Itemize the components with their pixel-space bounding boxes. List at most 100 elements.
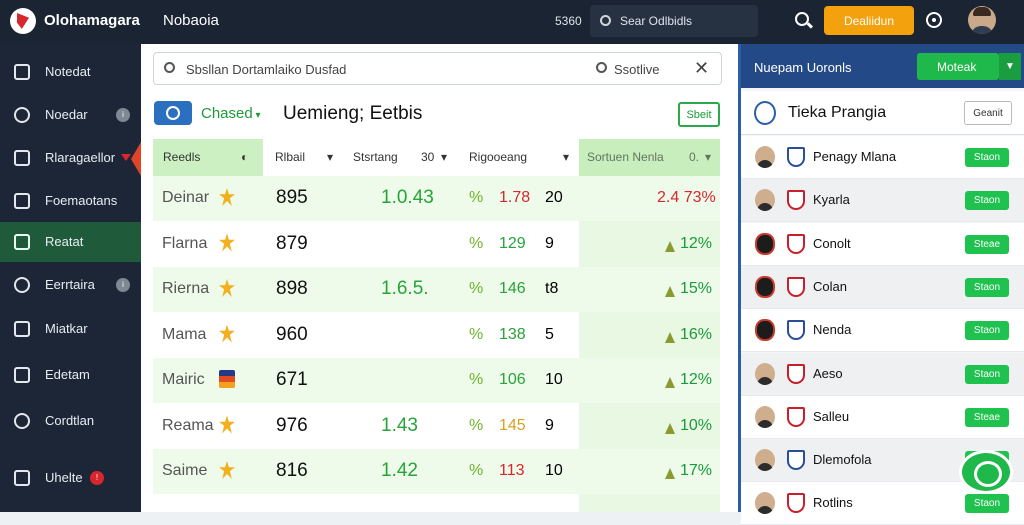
app-name: Olohamagara xyxy=(44,12,140,29)
sidebar-item-2[interactable]: Noedar i xyxy=(0,95,141,135)
table-row[interactable]: Mairic 671% 106 10 12% xyxy=(153,358,720,403)
row-odds-main[interactable]: 1.42 xyxy=(381,460,418,482)
team-flag-icon xyxy=(219,279,235,297)
row-name: Flarna xyxy=(162,234,208,252)
club-crest-icon xyxy=(787,363,805,384)
stats-icon xyxy=(14,367,30,383)
player-avatar xyxy=(755,146,775,168)
row-odds[interactable]: 146 xyxy=(499,280,526,298)
search-icon[interactable] xyxy=(795,12,809,26)
sidebar-item-6[interactable]: Eerrtaira i xyxy=(0,265,141,305)
row-odds-main[interactable]: 1.6.5. xyxy=(381,278,429,300)
row-odds-main[interactable]: 1.0.43 xyxy=(381,187,434,209)
side-button[interactable]: Sbeit xyxy=(678,102,720,127)
table-row[interactable]: Reama 976 1.43% 145 9 10% xyxy=(153,404,720,449)
row-odds[interactable]: 1.78 xyxy=(499,189,530,207)
right-header-button[interactable]: Moteak xyxy=(917,53,999,80)
player-action-button[interactable]: Staon xyxy=(965,364,1009,384)
player-row[interactable]: Aeso Staon xyxy=(741,352,1024,396)
row-count: t8 xyxy=(545,280,559,297)
team-flag-icon xyxy=(219,233,235,252)
close-icon[interactable]: ✕ xyxy=(694,58,709,79)
player-name: Penagy Mlana xyxy=(813,149,897,164)
player-action-button[interactable]: Staon xyxy=(965,494,1009,514)
table-row[interactable]: Flarna 879% 129 9 12% xyxy=(153,222,720,267)
player-row[interactable]: Conolt Steae xyxy=(741,222,1024,266)
main-search-input[interactable]: Sbsllan Dortamlaiko Dusfad Ssotlive ✕ xyxy=(153,52,722,85)
row-change: 12% xyxy=(680,234,713,252)
table-row[interactable]: Mama 960% 138 5 16% xyxy=(153,313,720,358)
chat-icon[interactable] xyxy=(959,450,1013,494)
sidebar-item-label: Eerrtaira xyxy=(45,277,95,292)
sidebar-item-3[interactable]: Rlaragaellor xyxy=(0,138,141,178)
sidebar-item-5[interactable]: Reatat xyxy=(0,222,141,262)
percent-icon: % xyxy=(469,280,484,297)
player-row[interactable]: Penagy Mlana Staon xyxy=(741,136,1024,179)
chevron-down-icon[interactable]: ▼ xyxy=(999,53,1021,80)
row-odds[interactable]: 106 xyxy=(499,371,526,389)
trend-up-icon xyxy=(665,377,675,388)
sidebar-item-9[interactable]: Cordtlan xyxy=(0,401,141,441)
table-row[interactable]: Deinar 895 1.0.43% 1.78 20 2.4 73% xyxy=(153,176,720,221)
row-name: Saime xyxy=(162,462,208,479)
player-row[interactable]: Kyarla Staon xyxy=(741,179,1024,223)
info-badge: i xyxy=(116,278,130,292)
player-action-button[interactable]: Staon xyxy=(965,148,1009,167)
player-action-button[interactable]: Staon xyxy=(965,321,1009,341)
info-badge: i xyxy=(116,108,130,122)
sub-button[interactable]: Geanit xyxy=(964,101,1012,125)
star-icon xyxy=(14,277,30,293)
row-value: 898 xyxy=(276,278,308,299)
right-header: Nuepam Uoronls Moteak ▼ xyxy=(741,44,1024,88)
sidebar-item-label: Uhelte xyxy=(45,470,83,485)
table-row[interactable]: Saime 816 1.42% 113 10 17% xyxy=(153,449,720,494)
club-crest-icon xyxy=(787,147,805,167)
player-action-button[interactable]: Staon xyxy=(965,277,1009,297)
row-value: 960 xyxy=(276,323,308,345)
player-avatar xyxy=(755,362,775,385)
nav-link[interactable]: Nobaoia xyxy=(163,12,219,29)
col-header[interactable]: Rlbail ▾ xyxy=(263,139,343,176)
sidebar-item-4[interactable]: Foemaotans xyxy=(0,181,141,221)
team-crest-icon xyxy=(754,101,776,125)
row-odds[interactable]: 145 xyxy=(499,417,526,435)
player-action-button[interactable]: Staon xyxy=(965,191,1009,211)
player-row[interactable]: Nenda Staon xyxy=(741,309,1024,353)
user-avatar[interactable] xyxy=(968,6,996,34)
sidebar-item-8[interactable]: Edetam xyxy=(0,355,141,395)
chevron-down-icon xyxy=(121,154,131,161)
app-logo-icon[interactable] xyxy=(10,8,36,34)
right-subheader: Tieka Prangia Geanit xyxy=(741,91,1024,135)
sidebar: Notedat Noedar i Rlaragaellor Foemaotans … xyxy=(0,44,141,512)
row-odds[interactable]: 138 xyxy=(499,326,526,344)
cta-button[interactable]: Dealiidun xyxy=(824,6,914,35)
sidebar-item-1[interactable]: Notedat xyxy=(0,52,141,92)
sidebar-item-7[interactable]: Miatkar xyxy=(0,309,141,349)
player-row[interactable]: Colan Staon xyxy=(741,265,1024,309)
col-header[interactable]: Rigooeang ▾ xyxy=(453,139,579,176)
row-change: 12% xyxy=(680,371,713,388)
row-name: Deinar xyxy=(162,189,210,206)
club-crest-icon xyxy=(787,406,805,427)
filter-select[interactable]: Chased xyxy=(201,105,261,122)
row-odds[interactable]: 113 xyxy=(499,462,525,480)
top-search-input[interactable]: Sear Odlbidls xyxy=(590,5,758,37)
percent-icon: % xyxy=(469,189,484,206)
building-icon xyxy=(14,193,30,209)
player-avatar xyxy=(755,492,775,515)
player-action-button[interactable]: Steae xyxy=(965,407,1009,427)
col-header[interactable]: Stsrtang 30 ▾ xyxy=(343,139,453,176)
table-row[interactable]: Rierna 898 1.6.5.% 146 t8 15% xyxy=(153,267,720,312)
help-icon[interactable] xyxy=(926,12,942,28)
row-odds-main[interactable]: 1.43 xyxy=(381,415,418,437)
player-name: Aeso xyxy=(813,365,843,381)
row-name: Mama xyxy=(162,325,207,343)
player-action-button[interactable]: Steae xyxy=(965,234,1009,254)
row-odds[interactable]: 129 xyxy=(499,235,526,253)
sidebar-item-10[interactable]: Uhelte! xyxy=(0,458,141,498)
row-name: Mairic xyxy=(162,371,205,388)
player-row[interactable]: Salleu Steae xyxy=(741,395,1024,439)
filter-button[interactable] xyxy=(154,101,192,125)
player-avatar xyxy=(755,232,775,255)
col-header[interactable]: Reedls ◐ xyxy=(153,139,263,176)
